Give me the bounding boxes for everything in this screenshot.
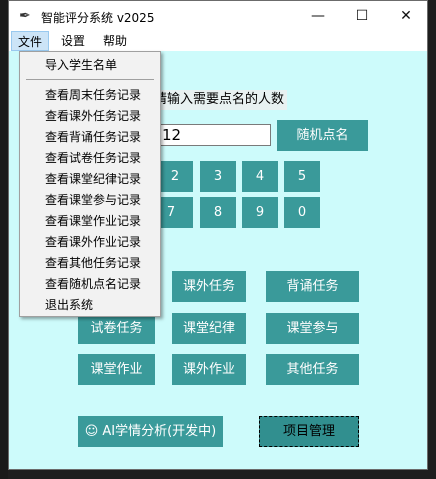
menu-exit[interactable]: 退出系统 [45,295,93,315]
menu-classwork[interactable]: 查看课堂作业记录 [45,211,141,231]
menu-help[interactable]: 帮助 [97,31,133,51]
ai-analysis-button[interactable]: ☺ AI学情分析(开发中) [78,416,223,447]
title-bar: ✒ 智能评分系统 v2025 — ☐ ✕ [9,1,427,31]
menu-random-rollcall[interactable]: 查看随机点名记录 [45,274,141,294]
feather-icon: ✒ [19,8,31,24]
menu-exam-tasks[interactable]: 查看试卷任务记录 [45,148,141,168]
maximize-button[interactable]: ☐ [340,1,384,31]
keypad-8-button[interactable]: 8 [200,197,236,228]
keypad-9-button[interactable]: 9 [242,197,278,228]
robot-icon: ☺ [84,424,99,439]
file-menu-dropdown: 导入学生名单 查看周末任务记录 查看课外任务记录 查看背诵任务记录 查看试卷任务… [19,51,161,317]
menu-discipline[interactable]: 查看课堂纪律记录 [45,169,141,189]
keypad-4-button[interactable]: 4 [242,161,278,192]
window-title: 智能评分系统 v2025 [41,11,155,25]
classwork-button[interactable]: 课堂作业 [78,354,155,385]
random-rollcall-button[interactable]: 随机点名 [277,120,368,151]
keypad-3-button[interactable]: 3 [200,161,236,192]
recitation-task-button[interactable]: 背诵任务 [266,271,359,302]
menu-weekend-tasks[interactable]: 查看周末任务记录 [45,85,141,105]
keypad-2-button[interactable]: 2 [157,161,193,192]
menu-import-students[interactable]: 导入学生名单 [45,55,117,75]
headcount-prompt: 请输入需要点名的人数 [151,90,288,110]
ai-analysis-label: AI学情分析(开发中) [102,424,217,439]
homework-button[interactable]: 课外作业 [172,354,246,385]
menu-separator [26,79,154,80]
keypad-0-button[interactable]: 0 [284,197,320,228]
close-button[interactable]: ✕ [384,1,428,31]
menu-recitation-tasks[interactable]: 查看背诵任务记录 [45,127,141,147]
discipline-button[interactable]: 课堂纪律 [172,313,246,344]
menu-settings[interactable]: 设置 [55,31,91,51]
menu-file[interactable]: 文件 [11,31,50,51]
project-management-button[interactable]: 项目管理 [259,416,359,447]
exam-task-button[interactable]: 试卷任务 [78,313,155,344]
minimize-button[interactable]: — [296,1,340,31]
keypad-5-button[interactable]: 5 [284,161,320,192]
participation-button[interactable]: 课堂参与 [266,313,359,344]
app-window: ✒ 智能评分系统 v2025 — ☐ ✕ 文件 设置 帮助 请输入需要点名的人数… [8,0,428,470]
menu-bar: 文件 设置 帮助 [9,31,427,51]
extracurricular-task-button[interactable]: 课外任务 [172,271,246,302]
headcount-input[interactable]: 12 [157,124,271,146]
menu-other-tasks[interactable]: 查看其他任务记录 [45,253,141,273]
background-editor-strip [0,0,8,479]
menu-participation[interactable]: 查看课堂参与记录 [45,190,141,210]
menu-extracurricular-tasks[interactable]: 查看课外任务记录 [45,106,141,126]
other-task-button[interactable]: 其他任务 [266,354,359,385]
menu-homework[interactable]: 查看课外作业记录 [45,232,141,252]
